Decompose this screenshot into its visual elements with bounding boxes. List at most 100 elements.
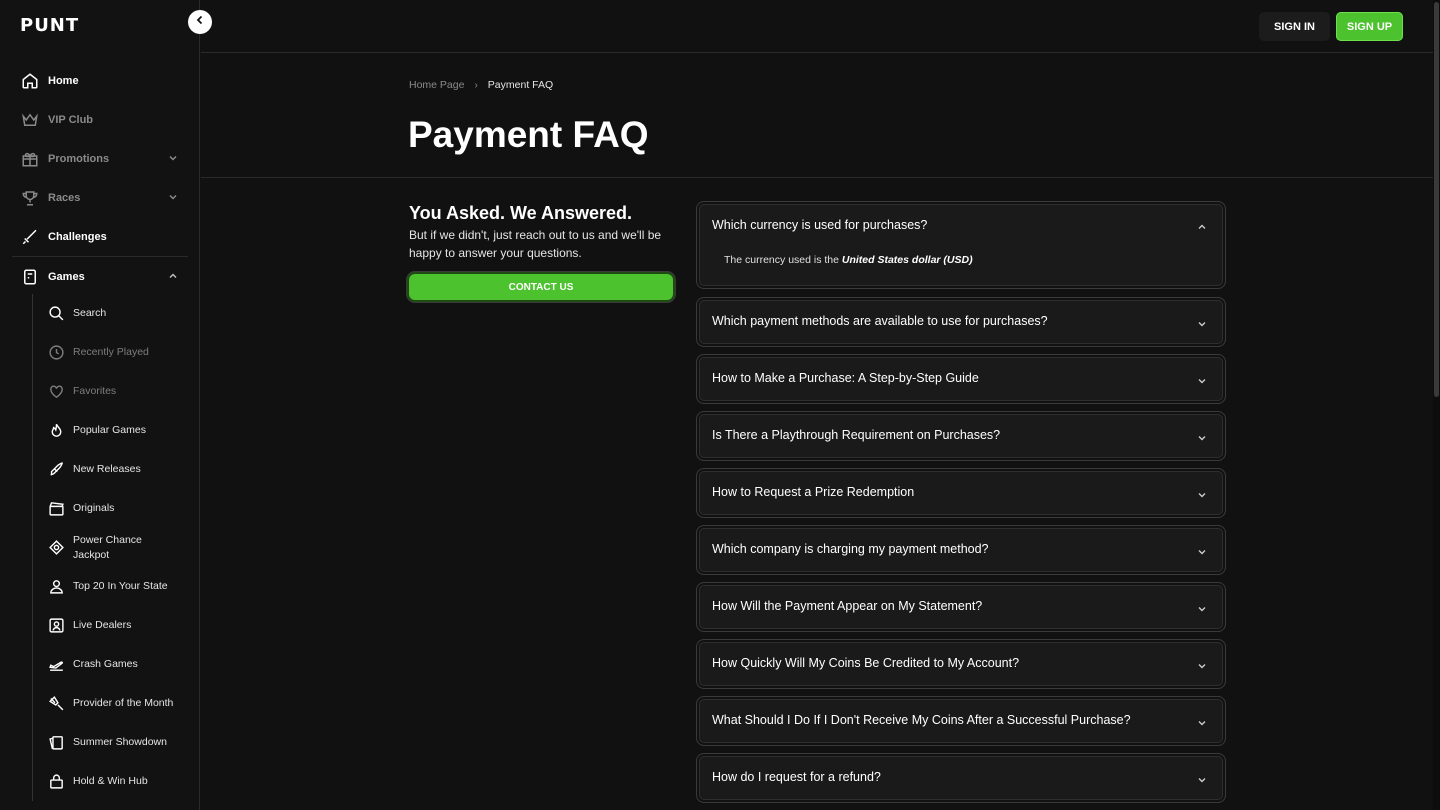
sidebar-item-label: Hold & Win Hub: [73, 775, 148, 787]
faq-item[interactable]: Is There a Playthrough Requirement on Pu…: [696, 411, 1226, 461]
sidebar-collapse-button[interactable]: [188, 10, 212, 34]
sidebar-item-top-20-in-your-state[interactable]: Top 20 In Your State: [33, 567, 188, 606]
chevron-down-icon[interactable]: [1197, 373, 1207, 391]
breadcrumb-current: Payment FAQ: [487, 79, 554, 91]
faq-question[interactable]: Which currency is used for purchases?: [712, 218, 927, 232]
sign-up-button[interactable]: SIGN UP: [1336, 12, 1403, 41]
lock-icon: [47, 773, 65, 791]
faq-question[interactable]: How do I request for a refund?: [712, 770, 881, 784]
sidebar-item-label: Challenges: [48, 230, 107, 243]
faq-item[interactable]: How to Make a Purchase: A Step-by-Step G…: [696, 354, 1226, 404]
gift-icon: [20, 149, 40, 169]
heart-icon: [47, 383, 65, 401]
contact-heading: You Asked. We Answered.: [409, 203, 633, 223]
contact-block: You Asked. We Answered. But if we didn't…: [409, 202, 679, 300]
page-title: Payment FAQ: [408, 114, 649, 155]
faq-item[interactable]: Which payment methods are available to u…: [696, 297, 1226, 347]
sidebar-item-crash-games[interactable]: Crash Games: [33, 645, 188, 684]
search-icon: [47, 305, 65, 323]
sign-in-button[interactable]: SIGN IN: [1259, 12, 1330, 41]
sidebar-item-label: Races: [48, 191, 81, 204]
page-scrollbar[interactable]: [1433, 0, 1440, 810]
faq-answer: The currency used is the United States d…: [724, 254, 973, 266]
faq-item-open[interactable]: Which currency is used for purchases? Th…: [696, 201, 1226, 289]
sidebar-item-popular-games[interactable]: Popular Games: [33, 411, 188, 450]
home-icon: [20, 71, 40, 91]
faq-item[interactable]: Which company is charging my payment met…: [696, 525, 1226, 575]
faq-item[interactable]: How to Request a Prize Redemption: [696, 468, 1226, 518]
page-hero: Home Page › Payment FAQ Payment FAQ: [201, 54, 1433, 178]
sidebar-item-races[interactable]: Races: [12, 178, 188, 217]
sidebar-item-recently-played[interactable]: Recently Played: [33, 333, 188, 372]
sidebar-item-label: Provider of the Month: [73, 697, 174, 709]
sidebar-item-promotions[interactable]: Promotions: [12, 139, 188, 178]
sidebar-item-originals[interactable]: Originals: [33, 489, 188, 528]
sidebar-item-vip-club[interactable]: VIP Club: [12, 100, 188, 139]
breadcrumb-chevron-icon: ›: [474, 79, 478, 91]
top-bar: SIGN IN SIGN UP: [201, 0, 1433, 53]
chevron-up-icon[interactable]: [1197, 219, 1207, 237]
sidebar-item-provider-of-the-month[interactable]: Provider of the Month: [33, 684, 188, 723]
sidebar-item-label: Crash Games: [73, 658, 138, 670]
sidebar-item-label: Top 20 In Your State: [73, 580, 168, 592]
sidebar-item-challenges[interactable]: Challenges: [12, 217, 188, 256]
chevron-down-icon[interactable]: [1197, 544, 1207, 562]
faq-item[interactable]: What Should I Do If I Don't Receive My C…: [696, 696, 1226, 746]
chevron-down-icon[interactable]: [1197, 430, 1207, 448]
sidebar-item-label: Recently Played: [73, 346, 149, 358]
sidebar-item-search[interactable]: Search: [33, 294, 188, 333]
chevron-left-icon: [194, 13, 206, 31]
sidebar-item-live-dealers[interactable]: Live Dealers: [33, 606, 188, 645]
chevron-down-icon[interactable]: [1197, 316, 1207, 334]
chevron-up-icon: [168, 271, 178, 284]
rocket-icon: [47, 461, 65, 479]
faq-question[interactable]: What Should I Do If I Don't Receive My C…: [712, 713, 1131, 727]
sidebar-item-label: Favorites: [73, 385, 117, 397]
faq-item[interactable]: How Quickly Will My Coins Be Credited to…: [696, 639, 1226, 689]
trophy-icon: [20, 188, 40, 208]
faq-question[interactable]: Which company is charging my payment met…: [712, 542, 989, 556]
plane-icon: [47, 656, 65, 674]
sidebar-item-home[interactable]: Home: [12, 61, 188, 100]
breadcrumb: Home Page › Payment FAQ: [409, 79, 553, 91]
contact-us-button[interactable]: CONTACT US: [409, 274, 673, 300]
chip-icon: [47, 539, 65, 557]
chevron-down-icon[interactable]: [1197, 772, 1207, 790]
faq-question[interactable]: How to Request a Prize Redemption: [712, 485, 914, 499]
chevron-down-icon: [168, 192, 178, 205]
user-badge-icon: [47, 578, 65, 596]
sidebar-item-label: Search: [73, 307, 107, 319]
chevron-down-icon[interactable]: [1197, 658, 1207, 676]
sidebar-item-label: Games: [48, 270, 85, 283]
sword-icon: [20, 227, 40, 247]
sidebar-item-new-releases[interactable]: New Releases: [33, 450, 188, 489]
sidebar-item-label: Home: [48, 74, 79, 87]
sidebar-item-summer-showdown[interactable]: Summer Showdown: [33, 723, 188, 762]
faq-question[interactable]: Is There a Playthrough Requirement on Pu…: [712, 428, 1000, 442]
breadcrumb-home-link[interactable]: Home Page: [409, 79, 464, 91]
dealer-icon: [47, 617, 65, 635]
games-submenu: Search Recently Played Favorites Popular…: [32, 294, 188, 801]
sidebar: PUNT Home VIP Club Promotions Races Chal…: [0, 0, 200, 810]
crown-icon: [20, 110, 40, 130]
sidebar-item-favorites[interactable]: Favorites: [33, 372, 188, 411]
clapperboard-icon: [47, 500, 65, 518]
scrollbar-thumb[interactable]: [1434, 2, 1439, 397]
sidebar-item-label: Live Dealers: [73, 619, 132, 631]
sidebar-item-label: Summer Showdown: [73, 736, 167, 748]
punt-logo[interactable]: PUNT: [20, 15, 79, 36]
faq-question[interactable]: How to Make a Purchase: A Step-by-Step G…: [712, 371, 979, 385]
chevron-down-icon[interactable]: [1197, 601, 1207, 619]
sidebar-item-hold-and-win-hub[interactable]: Hold & Win Hub: [33, 762, 188, 801]
faq-item[interactable]: How do I request for a refund?: [696, 753, 1226, 803]
chevron-down-icon: [168, 153, 178, 166]
chevron-down-icon[interactable]: [1197, 715, 1207, 733]
sidebar-item-label: Originals: [73, 502, 115, 514]
faq-question[interactable]: How Will the Payment Appear on My Statem…: [712, 599, 982, 613]
sidebar-item-games[interactable]: Games: [12, 257, 188, 296]
chevron-down-icon[interactable]: [1197, 487, 1207, 505]
faq-question[interactable]: How Quickly Will My Coins Be Credited to…: [712, 656, 1019, 670]
faq-item[interactable]: How Will the Payment Appear on My Statem…: [696, 582, 1226, 632]
sidebar-item-power-chance-jackpot[interactable]: Power Chance Jackpot: [33, 528, 188, 567]
faq-question[interactable]: Which payment methods are available to u…: [712, 314, 1048, 328]
